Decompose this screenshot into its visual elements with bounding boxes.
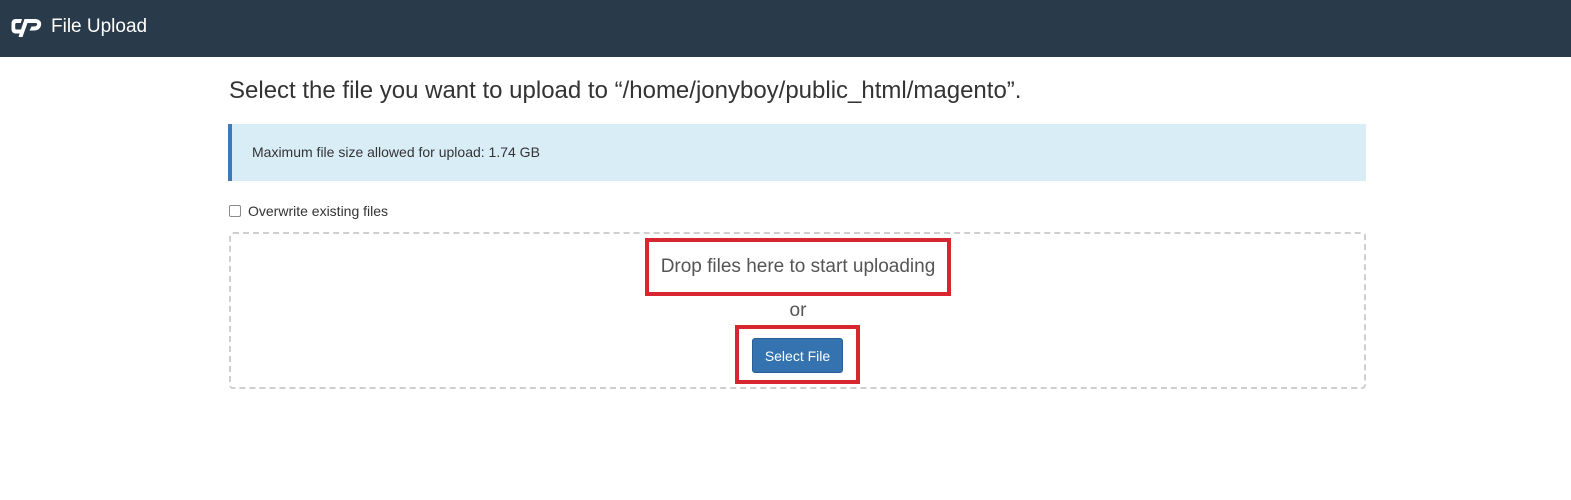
max-file-size-message: Maximum file size allowed for upload: 1.…: [252, 144, 540, 160]
select-file-button[interactable]: Select File: [752, 338, 843, 373]
drop-text-highlight-box: [645, 238, 951, 296]
overwrite-option: Overwrite existing files: [228, 202, 388, 220]
info-alert: Maximum file size allowed for upload: 1.…: [228, 124, 1366, 181]
cpanel-logo-icon[interactable]: [11, 15, 43, 39]
overwrite-label[interactable]: Overwrite existing files: [248, 203, 388, 220]
overwrite-checkbox[interactable]: [229, 205, 241, 217]
app-title: File Upload: [51, 16, 148, 37]
top-bar: File Upload: [0, 0, 1571, 57]
or-separator: or: [789, 300, 807, 321]
page-heading: Select the file you want to upload to “/…: [229, 77, 1022, 104]
